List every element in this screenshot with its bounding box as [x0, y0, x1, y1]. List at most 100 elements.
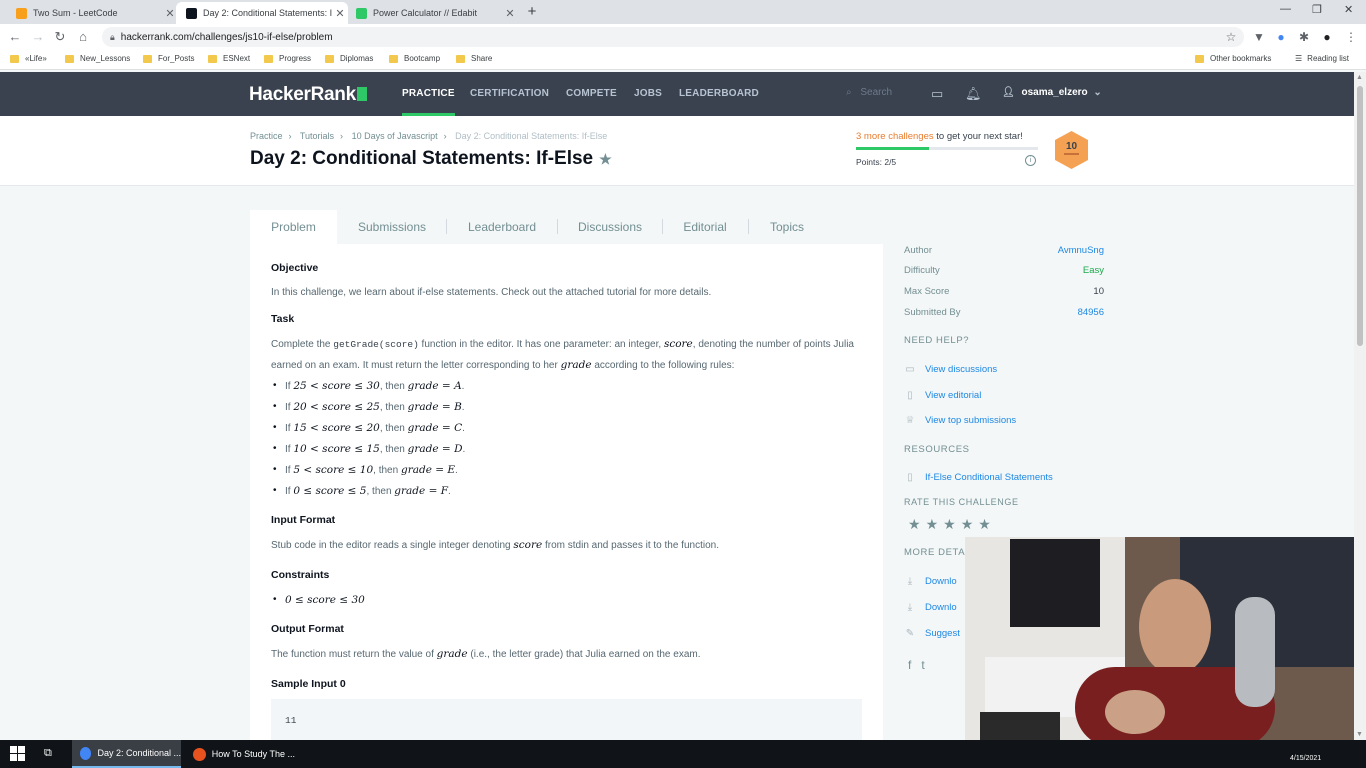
rating-star-icon[interactable]: ★ — [943, 516, 961, 532]
info-icon[interactable]: i — [1025, 155, 1036, 166]
rule-condition: 20 < score ≤ 25 — [293, 401, 380, 413]
output-text-part: (i.e., the letter grade) that Julia earn… — [467, 649, 701, 660]
scroll-down-icon[interactable]: ▼ — [1356, 731, 1363, 738]
grade-rules-list: If 25 < score ≤ 30, then grade = A. If 2… — [271, 376, 862, 502]
logo-text: HackerRank — [249, 84, 356, 105]
author-link[interactable]: AvmnuSng — [1058, 245, 1104, 256]
tab-leaderboard[interactable]: Leaderboard — [460, 210, 544, 244]
tab-discussions[interactable]: Discussions — [572, 210, 648, 244]
back-icon[interactable]: ← — [7, 29, 23, 44]
page-scrollbar[interactable]: ▲ ▼ — [1354, 72, 1366, 740]
taskbar-app-powerpoint[interactable]: How To Study The ... — [185, 740, 295, 768]
site-navbar: HackerRank PRACTICE CERTIFICATION COMPET… — [0, 72, 1354, 116]
logo-square-icon — [356, 87, 367, 101]
minimize-icon[interactable]: — — [1280, 3, 1291, 15]
bookmark-folder[interactable]: Share — [456, 54, 492, 63]
search-box[interactable]: ⌕ Search — [846, 87, 892, 98]
close-window-icon[interactable]: ✕ — [1344, 3, 1353, 16]
bookmark-folder[interactable]: New_Lessons — [65, 54, 130, 63]
star-badge[interactable]: 10 — [1053, 130, 1090, 170]
bookmark-star-icon[interactable]: ★ — [599, 151, 612, 167]
close-tab-icon[interactable]: ✕ — [502, 7, 518, 20]
other-bookmarks[interactable]: Other bookmarks — [1195, 54, 1271, 63]
breadcrumb-practice[interactable]: Practice — [250, 131, 283, 141]
difficulty-value: Easy — [1082, 265, 1104, 276]
resource-link[interactable]: ▯ If-Else Conditional Statements — [904, 472, 1053, 483]
task-math-score: score — [663, 338, 693, 350]
nav-compete[interactable]: COMPETE — [566, 88, 617, 99]
nav-jobs[interactable]: JOBS — [634, 88, 662, 99]
rating-star-icon[interactable]: ★ — [978, 516, 996, 532]
bookmark-folder[interactable]: Diplomas — [325, 54, 373, 63]
rule-condition: 0 ≤ score ≤ 5 — [293, 485, 367, 497]
bookmark-folder[interactable]: «Life» — [10, 54, 47, 63]
bookmark-folder[interactable]: Progress — [264, 54, 311, 63]
breadcrumb-tutorials[interactable]: Tutorials — [300, 131, 334, 141]
bookmark-folder[interactable]: For_Posts — [143, 54, 194, 63]
url-bar[interactable]: 🔒︎ hackerrank.com/challenges/js10-if-els… — [102, 27, 1244, 47]
extensions-puzzle-icon[interactable]: ✱ — [1297, 30, 1311, 44]
view-discussions-link[interactable]: ▭ View discussions — [904, 364, 997, 375]
star-progress-text: 3 more challenges to get your next star! — [856, 131, 1023, 142]
tab-topics[interactable]: Topics — [762, 210, 812, 244]
input-math-score: score — [513, 539, 543, 551]
tab-submissions[interactable]: Submissions — [350, 210, 434, 244]
rule-result: grade = E — [400, 464, 456, 476]
nav-certification[interactable]: CERTIFICATION — [470, 88, 549, 99]
browser-tab-hackerrank[interactable]: Day 2: Conditional Statements: If-Else ✕ — [176, 2, 348, 24]
submitted-by-link[interactable]: 84956 — [1078, 307, 1104, 318]
extension-filter-icon[interactable]: ▼ — [1252, 30, 1266, 44]
author-row: Author AvmnuSng — [904, 245, 1104, 265]
bookmark-folder[interactable]: ESNext — [208, 54, 250, 63]
task-text-part: Complete the — [271, 339, 334, 350]
bookmark-star-icon[interactable]: ☆ — [1224, 30, 1238, 44]
messages-icon[interactable]: ▭ — [931, 86, 943, 102]
windows-start-icon[interactable] — [10, 746, 25, 761]
difficulty-label: Difficulty — [904, 265, 940, 276]
extension-icon[interactable]: ● — [1274, 30, 1288, 44]
rating-star-icon[interactable]: ★ — [961, 516, 979, 532]
view-top-submissions-link[interactable]: ♕ View top submissions — [904, 415, 1017, 426]
rating-star-icon[interactable]: ★ — [926, 516, 944, 532]
tab-problem[interactable]: Problem — [250, 210, 337, 244]
twitter-icon[interactable]: t — [921, 658, 934, 672]
facebook-icon[interactable]: f — [908, 658, 921, 672]
notifications-bell-icon[interactable]: 🔔︎ — [965, 86, 982, 102]
download-link[interactable]: ⤓ Downlo — [904, 576, 957, 587]
home-icon[interactable]: ⌂ — [75, 29, 91, 44]
browser-menu-icon[interactable]: ⋮ — [1344, 30, 1358, 44]
webcam-monitor — [1010, 539, 1100, 627]
challenges-count-link[interactable]: 3 more challenges — [856, 131, 934, 142]
task-view-icon[interactable]: ⧉ — [44, 747, 52, 760]
scroll-up-icon[interactable]: ▲ — [1356, 74, 1363, 81]
rule-then: , then — [366, 486, 395, 497]
browser-tab-edabit[interactable]: Power Calculator // Edabit ✕ — [346, 2, 518, 24]
reload-icon[interactable]: ↻ — [52, 29, 68, 45]
hackerrank-logo[interactable]: HackerRank — [249, 84, 367, 106]
reading-list[interactable]: ☰ Reading list — [1295, 54, 1349, 63]
nav-leaderboard[interactable]: LEADERBOARD — [679, 88, 759, 99]
profile-avatar-icon[interactable]: ● — [1320, 30, 1334, 44]
scrollbar-thumb[interactable] — [1357, 86, 1363, 346]
forward-icon[interactable]: → — [30, 29, 46, 44]
rating-stars[interactable]: ★★★★★ — [908, 516, 996, 533]
folder-icon — [1195, 54, 1204, 63]
user-menu[interactable]: 👤︎ osama_elzero ⌄ — [1002, 87, 1102, 98]
maximize-icon[interactable]: ❐ — [1312, 3, 1322, 16]
download-link[interactable]: ⤓ Downlo — [904, 602, 957, 613]
nav-practice[interactable]: PRACTICE — [402, 88, 455, 116]
breadcrumb-10-days-js[interactable]: 10 Days of Javascript — [352, 131, 438, 141]
bookmark-label: Other bookmarks — [1210, 54, 1272, 63]
pencil-icon: ✎ — [905, 628, 915, 639]
bookmark-folder[interactable]: Bootcamp — [389, 54, 440, 63]
suggest-edit-link[interactable]: ✎ Suggest — [904, 628, 960, 639]
new-tab-icon[interactable]: + — [524, 3, 540, 20]
taskbar-app-chrome[interactable]: Day 2: Conditional ... — [72, 740, 181, 768]
view-editorial-link[interactable]: ▯ View editorial — [904, 390, 981, 401]
challenges-suffix: to get your next star! — [933, 131, 1023, 142]
browser-tab-title: Day 2: Conditional Statements: If-Else — [203, 8, 332, 18]
browser-tab-leetcode[interactable]: Two Sum - LeetCode ✕ — [6, 2, 178, 24]
book-icon: ▯ — [907, 472, 913, 483]
tab-editorial[interactable]: Editorial — [675, 210, 735, 244]
rating-star-icon[interactable]: ★ — [908, 516, 926, 532]
